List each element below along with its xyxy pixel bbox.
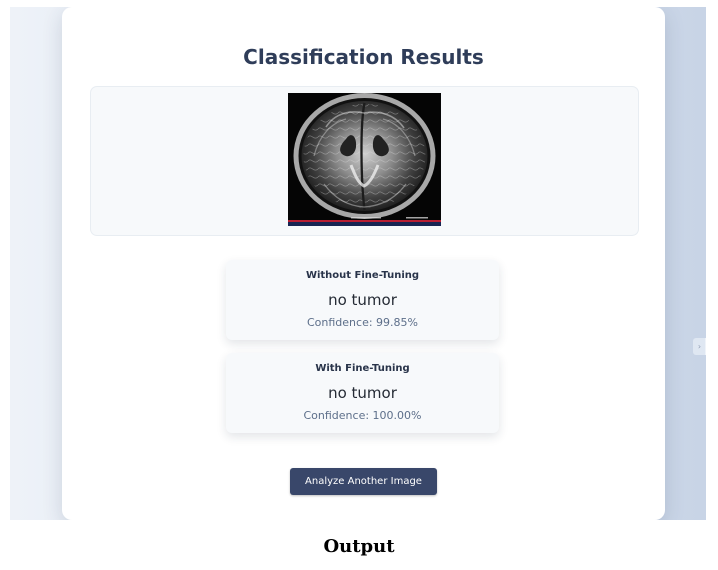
figure-caption: Output	[323, 536, 395, 557]
page-title: Classification Results	[243, 45, 484, 69]
confidence-text: Confidence: 100.00%	[303, 409, 422, 422]
prediction-label: no tumor	[328, 291, 397, 309]
analyze-another-image-button[interactable]: Analyze Another Image	[290, 468, 437, 495]
result-title: With Fine-Tuning	[315, 363, 410, 374]
result-title: Without Fine-Tuning	[305, 270, 420, 281]
app-viewport: Classification Results Without Fine-Tuni…	[10, 7, 706, 520]
image-preview-panel	[90, 86, 639, 236]
result-card-with-fine-tuning: With Fine-Tuning no tumor Confidence: 10…	[226, 353, 499, 433]
confidence-text: Confidence: 99.85%	[307, 316, 418, 329]
result-card-without-fine-tuning: Without Fine-Tuning no tumor Confidence:…	[226, 260, 499, 340]
prediction-label: no tumor	[328, 384, 397, 402]
brain-mri-image	[288, 93, 441, 226]
side-panel-handle-icon[interactable]: ›	[693, 338, 706, 355]
classification-results-card: Classification Results Without Fine-Tuni…	[62, 7, 665, 520]
